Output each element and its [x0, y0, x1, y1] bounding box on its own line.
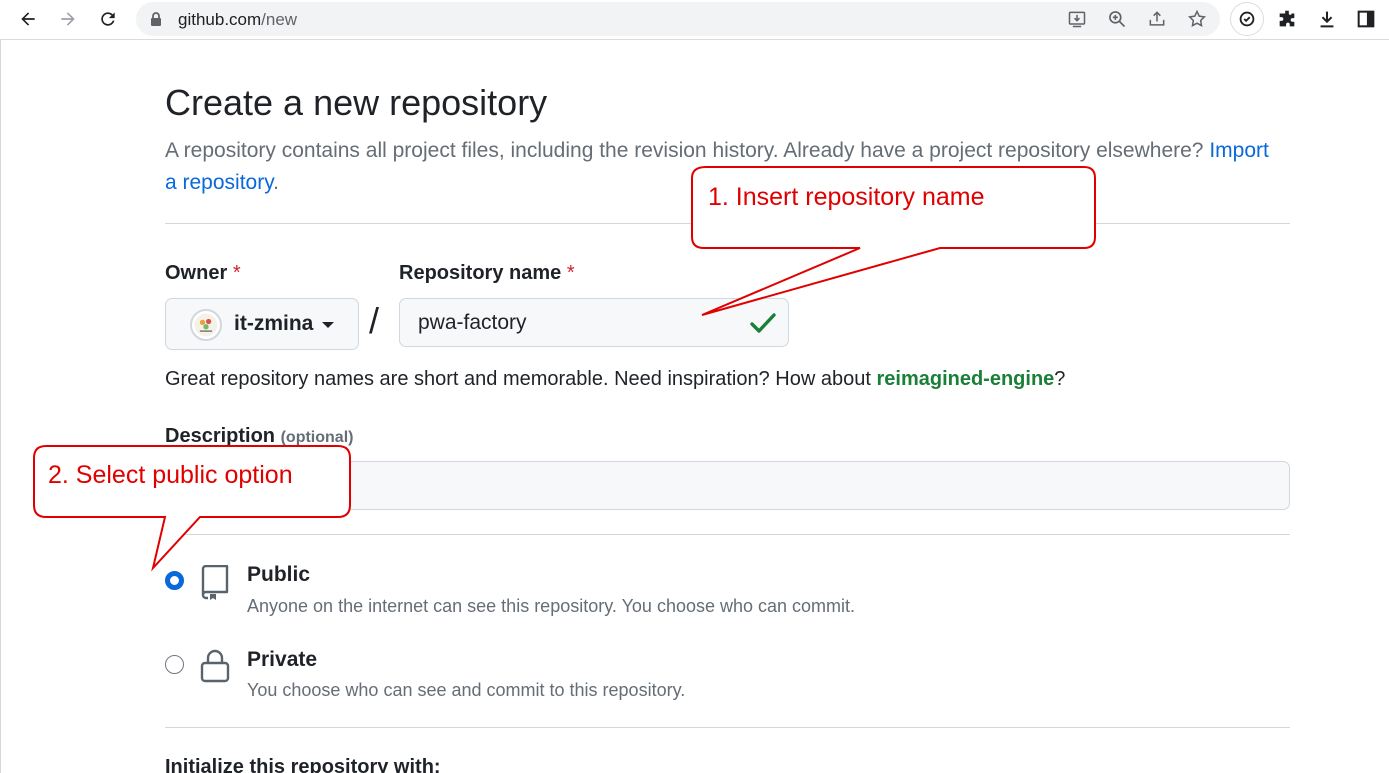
lock-icon: [200, 649, 230, 683]
name-suggestion[interactable]: reimagined-engine: [876, 368, 1054, 390]
description-input[interactable]: [165, 461, 1290, 510]
private-radio[interactable]: [165, 655, 184, 674]
page-title: Create a new repository: [165, 82, 548, 123]
header-divider: [165, 223, 1290, 224]
private-option-title: Private: [247, 648, 318, 671]
extensions-puzzle-icon[interactable]: [1273, 5, 1301, 33]
public-option-description: Anyone on the internet can see this repo…: [247, 596, 856, 616]
repo-book-icon: [201, 565, 229, 600]
back-button[interactable]: [13, 4, 43, 34]
description-label: Description (optional): [165, 425, 354, 447]
window-edge: [0, 40, 1, 773]
visibility-divider: [165, 727, 1290, 728]
required-mark: *: [566, 262, 575, 284]
arrow-right-icon: [61, 12, 75, 26]
side-panel-icon[interactable]: [1352, 5, 1380, 33]
arrow-left-icon: [21, 12, 35, 26]
owner-label: Owner *: [165, 262, 241, 284]
public-radio[interactable]: [165, 571, 184, 590]
optional-tag: (optional): [280, 429, 354, 446]
description-divider: [165, 534, 1290, 535]
reload-button[interactable]: [93, 4, 123, 34]
checkmark-icon: [750, 313, 776, 333]
import-suffix: .: [273, 171, 280, 194]
address-bar[interactable]: github.com/new: [136, 2, 1220, 36]
callout-step-1: 1. Insert repository name: [708, 183, 985, 211]
browser-toolbar: github.com/new: [0, 0, 1389, 40]
repository-name-label: Repository name *: [399, 262, 575, 284]
downloads-icon[interactable]: [1313, 5, 1341, 33]
subtitle-text: A repository contains all project files,…: [165, 139, 1204, 162]
lock-icon: [151, 12, 161, 26]
install-app-icon[interactable]: [1066, 8, 1088, 30]
required-mark: *: [232, 262, 241, 284]
url-text: github.com/new: [178, 10, 298, 29]
owner-name: it-zmina: [234, 312, 314, 335]
forward-button[interactable]: [53, 4, 83, 34]
public-option-title: Public: [247, 563, 311, 586]
initialize-heading: Initialize this repository with:: [165, 756, 441, 773]
private-option-description: You choose who can see and commit to thi…: [247, 680, 686, 700]
owner-select[interactable]: it-zmina: [165, 298, 359, 350]
zoom-icon[interactable]: [1106, 8, 1128, 30]
sync-icon: [1233, 5, 1261, 33]
owner-repo-separator: /: [369, 300, 380, 341]
callout-step-2: 2. Select public option: [48, 461, 293, 489]
avatar: [190, 309, 222, 341]
caret-down-icon: [322, 322, 334, 328]
name-hint: Great repository names are short and mem…: [165, 368, 1066, 390]
reload-icon: [101, 12, 115, 26]
share-icon[interactable]: [1146, 8, 1168, 30]
bookmark-star-icon[interactable]: [1186, 8, 1208, 30]
repository-name-input[interactable]: [399, 298, 789, 347]
